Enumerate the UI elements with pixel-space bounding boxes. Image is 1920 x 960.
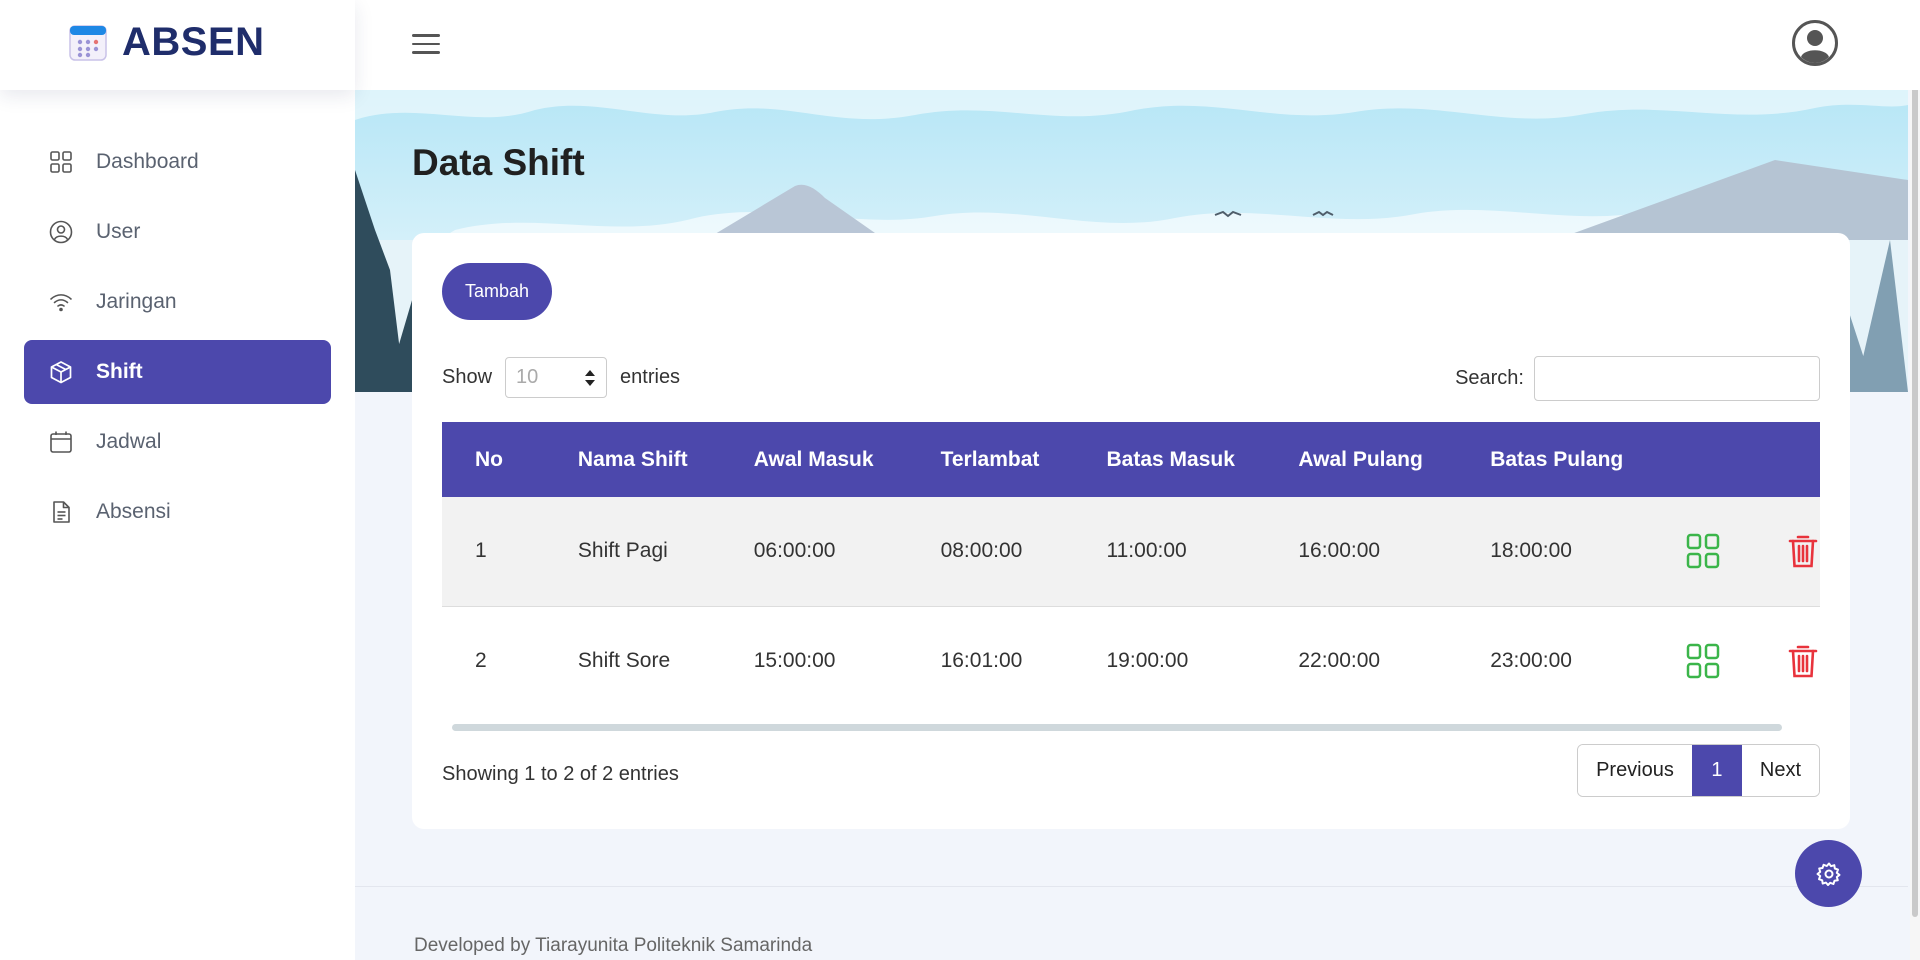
cell-awal-pulang: 16:00:00 bbox=[1298, 539, 1381, 563]
sidebar-item-jadwal[interactable]: Jadwal bbox=[24, 410, 331, 474]
document-icon bbox=[53, 501, 70, 523]
search-input[interactable] bbox=[1534, 356, 1820, 401]
column-header-edit bbox=[1653, 422, 1753, 497]
cell-batas-pulang: 23:00:00 bbox=[1490, 648, 1572, 672]
scrollbar-thumb[interactable] bbox=[1912, 2, 1918, 917]
wifi-icon bbox=[50, 294, 72, 312]
sidebar-item-user[interactable]: User bbox=[24, 200, 331, 264]
grid-icon bbox=[50, 151, 72, 173]
column-header-batas-masuk[interactable]: Batas Masuk bbox=[1074, 422, 1266, 497]
brand[interactable]: ABSEN bbox=[0, 0, 355, 90]
search-label: Search: bbox=[1455, 367, 1524, 389]
sidebar-item-label: Absensi bbox=[96, 500, 171, 523]
data-card: Tambah Show 10 entries Search: No Nama S… bbox=[412, 233, 1850, 829]
cell-awal-pulang: 22:00:00 bbox=[1298, 648, 1381, 672]
sidebar-item-label: User bbox=[96, 220, 141, 243]
cell-edit bbox=[1653, 606, 1753, 715]
footer-credit: Developed by Tiarayunita Politeknik Sama… bbox=[414, 935, 813, 956]
cell-terlambat: 08:00:00 bbox=[940, 539, 1023, 563]
cell-batas-masuk: 11:00:00 bbox=[1106, 539, 1187, 563]
column-header-batas-pulang[interactable]: Batas Pulang bbox=[1457, 422, 1653, 497]
sidebar-item-dashboard[interactable]: Dashboard bbox=[24, 130, 331, 194]
add-button[interactable]: Tambah bbox=[442, 263, 552, 320]
sidebar-item-label: Jadwal bbox=[96, 430, 162, 453]
cell-no: 2 bbox=[475, 648, 487, 672]
sidebar-item-shift[interactable]: Shift bbox=[24, 340, 331, 404]
footer-divider bbox=[355, 886, 1908, 887]
trash-icon[interactable] bbox=[1786, 643, 1820, 679]
settings-button[interactable] bbox=[1795, 840, 1862, 907]
page-title: Data Shift bbox=[412, 142, 585, 183]
pagination: Previous 1 Next bbox=[1577, 744, 1820, 797]
table-row: 1 Shift Pagi 06:00:00 08:00:00 11:00:00 … bbox=[442, 497, 1820, 606]
column-header-terlambat[interactable]: Terlambat bbox=[908, 422, 1074, 497]
sidebar-item-label: Jaringan bbox=[96, 290, 177, 313]
column-header-awal-pulang[interactable]: Awal Pulang bbox=[1265, 422, 1457, 497]
edit-grid-icon[interactable] bbox=[1686, 533, 1720, 569]
column-header-awal-masuk[interactable]: Awal Masuk bbox=[721, 422, 908, 497]
column-header-nama-shift[interactable]: Nama Shift bbox=[545, 422, 721, 497]
table-horizontal-scrollbar[interactable] bbox=[452, 724, 1782, 731]
entries-label: entries bbox=[620, 366, 681, 388]
user-circle-icon bbox=[49, 220, 73, 244]
sort-arrows-icon bbox=[585, 369, 596, 386]
entries-select[interactable]: 10 bbox=[505, 357, 608, 398]
trash-icon[interactable] bbox=[1786, 533, 1820, 569]
cell-awal-masuk: 15:00:00 bbox=[753, 648, 836, 672]
table-info: Showing 1 to 2 of 2 entries bbox=[442, 763, 679, 785]
length-control: Show 10 entries bbox=[442, 357, 680, 398]
page-vertical-scrollbar[interactable] bbox=[1910, 0, 1920, 960]
search-control: Search: bbox=[1455, 356, 1820, 401]
sidebar-item-label: Shift bbox=[96, 360, 143, 383]
cell-delete bbox=[1753, 497, 1820, 606]
edit-grid-icon[interactable] bbox=[1686, 643, 1720, 679]
brand-name: ABSEN bbox=[122, 19, 265, 64]
cell-edit bbox=[1653, 497, 1753, 606]
sidebar-item-absensi[interactable]: Absensi bbox=[24, 480, 331, 544]
calendar-logo-icon bbox=[69, 25, 107, 61]
table-header-row: No Nama Shift Awal Masuk Terlambat Batas… bbox=[442, 422, 1820, 497]
cell-awal-masuk: 06:00:00 bbox=[753, 539, 836, 563]
column-header-no[interactable]: No bbox=[442, 422, 545, 497]
top-header: ABSEN bbox=[0, 0, 1920, 90]
cell-terlambat: 16:01:00 bbox=[940, 648, 1023, 672]
next-page-button[interactable]: Next bbox=[1741, 745, 1819, 796]
previous-page-button[interactable]: Previous bbox=[1578, 745, 1692, 796]
entries-select-value: 10 bbox=[516, 366, 539, 388]
cell-no: 1 bbox=[475, 539, 487, 563]
cell-nama-shift: Shift Pagi bbox=[577, 539, 668, 563]
table-row: 2 Shift Sore 15:00:00 16:01:00 19:00:00 … bbox=[442, 606, 1820, 715]
cell-nama-shift: Shift Sore bbox=[577, 648, 671, 672]
calendar-icon bbox=[50, 431, 72, 453]
user-avatar-icon[interactable] bbox=[1791, 19, 1839, 67]
sidebar-item-label: Dashboard bbox=[96, 150, 199, 173]
shift-table: No Nama Shift Awal Masuk Terlambat Batas… bbox=[442, 422, 1820, 715]
column-header-delete bbox=[1753, 422, 1820, 497]
show-label: Show bbox=[442, 366, 493, 388]
sidebar: Dashboard User Jaringan Shift Jadwal Abs… bbox=[0, 90, 355, 960]
cell-batas-masuk: 19:00:00 bbox=[1106, 648, 1189, 672]
gear-icon bbox=[1816, 862, 1840, 886]
box-icon bbox=[50, 361, 72, 384]
sidebar-item-jaringan[interactable]: Jaringan bbox=[24, 270, 331, 334]
menu-toggle-icon[interactable] bbox=[412, 34, 440, 56]
cell-delete bbox=[1753, 606, 1820, 715]
cell-batas-pulang: 18:00:00 bbox=[1490, 539, 1572, 563]
page-1-button[interactable]: 1 bbox=[1691, 745, 1742, 796]
